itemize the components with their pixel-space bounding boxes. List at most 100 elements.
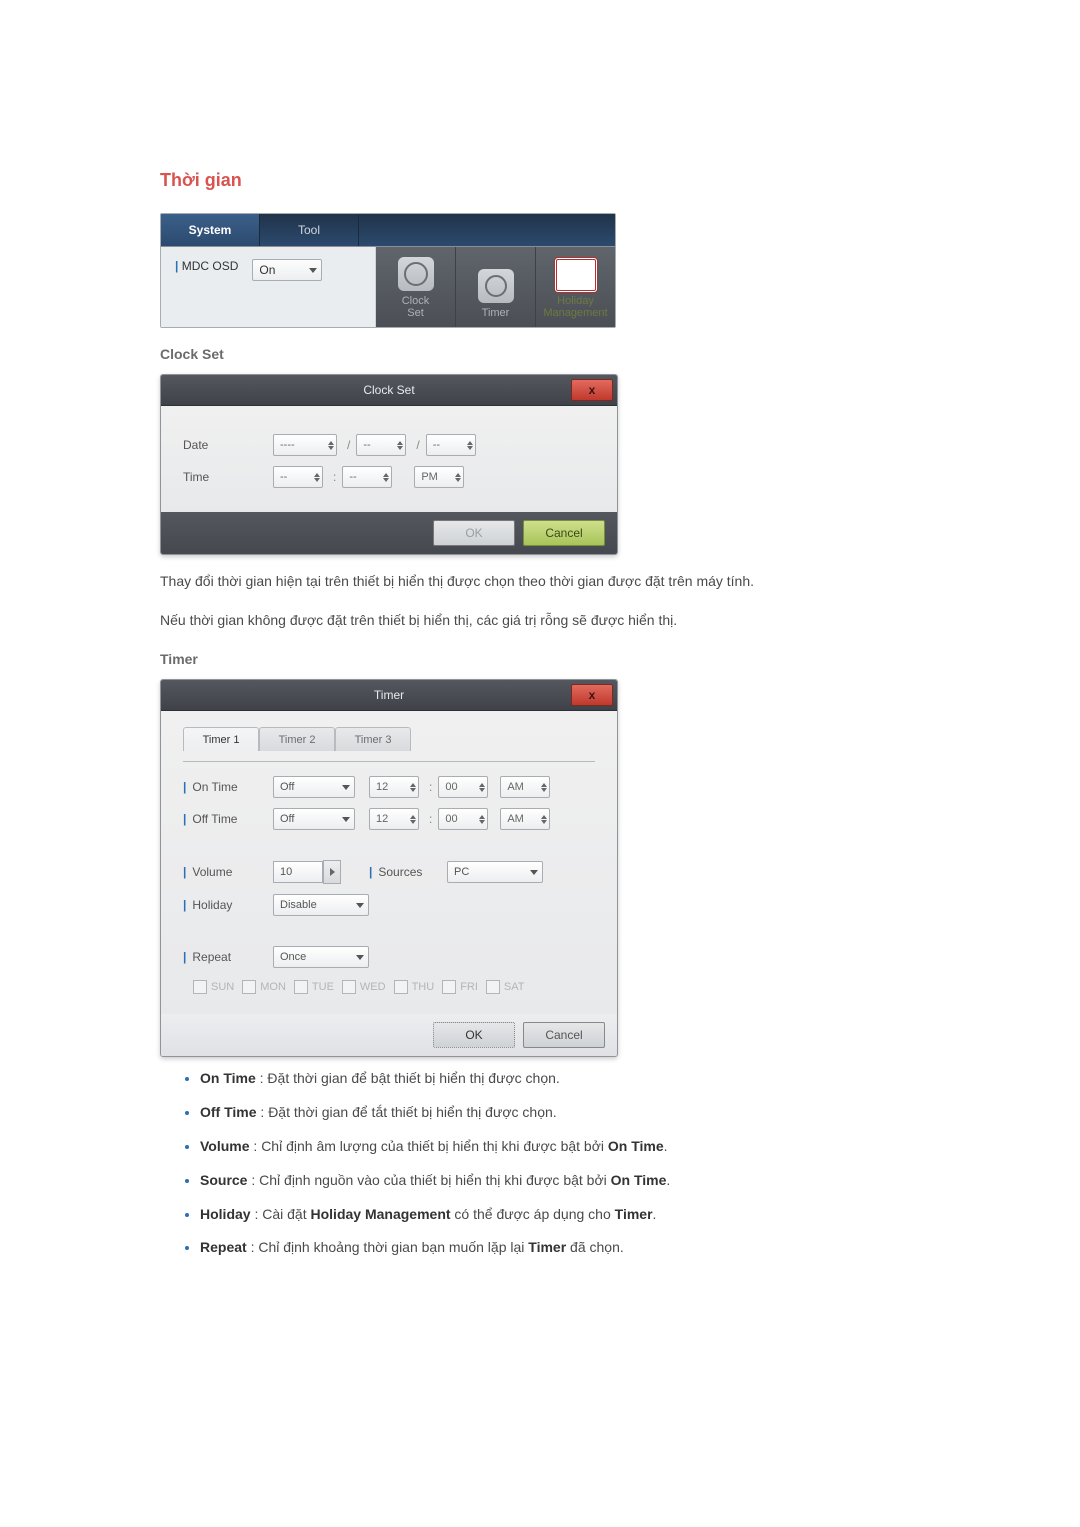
ok-button[interactable]: OK <box>433 1022 515 1048</box>
bold-term: Repeat <box>200 1239 247 1255</box>
off-time-state-select[interactable]: Off <box>273 808 355 830</box>
day-fri-label: FRI <box>460 981 478 993</box>
list-item: Holiday : Cài đặt Holiday Management có … <box>200 1203 920 1227</box>
clock-set-toolbar-button[interactable]: Clock Set <box>376 247 456 327</box>
date-row: Date ---- / -- / -- <box>183 434 595 456</box>
time-min-spinner[interactable]: -- <box>342 466 392 488</box>
chevron-down-icon <box>410 788 416 792</box>
chevron-up-icon <box>314 473 320 477</box>
chevron-up-icon <box>479 783 485 787</box>
day-fri[interactable]: FRI <box>442 980 478 994</box>
time-label: Time <box>183 470 273 484</box>
date-day-spinner[interactable]: -- <box>426 434 476 456</box>
repeat-select[interactable]: Once <box>273 946 369 968</box>
bold-term: Holiday <box>200 1206 251 1222</box>
date-year-value: ---- <box>280 439 295 451</box>
on-time-state-select[interactable]: Off <box>273 776 355 798</box>
timer-heading: Timer <box>160 651 920 667</box>
date-month-spinner[interactable]: -- <box>356 434 406 456</box>
volume-label: Volume <box>192 865 232 879</box>
off-time-state-value: Off <box>280 813 294 825</box>
list-text: . <box>664 1138 668 1154</box>
on-time-ampm-spinner[interactable]: AM <box>500 776 550 798</box>
caret-down-icon <box>342 817 350 822</box>
days-row: SUN MON TUE WED THU FRI SAT <box>193 980 595 994</box>
list-text: : Chỉ định khoảng thời gian bạn muốn lặp… <box>247 1239 529 1255</box>
chevron-down-icon <box>541 788 547 792</box>
tab-system[interactable]: System <box>161 214 260 246</box>
tab-tool[interactable]: Tool <box>260 214 359 246</box>
time-hour-spinner[interactable]: -- <box>273 466 323 488</box>
day-mon[interactable]: MON <box>242 980 286 994</box>
holiday-value: Disable <box>280 899 317 911</box>
toolbar-tabs: System Tool <box>161 214 615 247</box>
chevron-down-icon <box>455 478 461 482</box>
repeat-label: Repeat <box>192 950 231 964</box>
day-sun[interactable]: SUN <box>193 980 234 994</box>
system-toolbar-panel: System Tool | | MDC OSD On Clock Set Ti <box>160 213 616 328</box>
holiday-toolbar-button[interactable]: Holiday Management <box>536 247 615 327</box>
cancel-button[interactable]: Cancel <box>523 1022 605 1048</box>
timer-tab-3[interactable]: Timer 3 <box>335 727 411 751</box>
cancel-button[interactable]: Cancel <box>523 520 605 546</box>
clock-set-desc-2: Nếu thời gian không được đặt trên thiết … <box>160 608 920 633</box>
bold-term: Timer <box>615 1206 653 1222</box>
timer-toolbar-button[interactable]: Timer <box>456 247 536 327</box>
day-mon-label: MON <box>260 981 286 993</box>
list-item: Volume : Chỉ định âm lượng của thiết bị … <box>200 1135 920 1159</box>
day-wed[interactable]: WED <box>342 980 386 994</box>
list-text: . <box>653 1206 657 1222</box>
ok-button[interactable]: OK <box>433 520 515 546</box>
close-button[interactable]: x <box>571 684 613 706</box>
mdc-osd-select[interactable]: On <box>252 259 322 281</box>
holiday-label: Holiday <box>192 898 232 912</box>
chevron-down-icon <box>314 478 320 482</box>
clock-set-heading: Clock Set <box>160 346 920 362</box>
off-time-hour-spinner[interactable]: 12 <box>369 808 419 830</box>
checkbox-icon <box>242 980 256 994</box>
row-marker-icon: | <box>183 950 186 964</box>
chevron-down-icon <box>328 446 334 450</box>
checkbox-icon <box>193 980 207 994</box>
time-sep: : <box>429 812 432 826</box>
chevron-down-icon <box>397 446 403 450</box>
close-button[interactable]: x <box>571 379 613 401</box>
volume-value: 10 <box>280 866 292 878</box>
bold-term: Volume <box>200 1138 250 1154</box>
on-time-hour: 12 <box>376 781 388 793</box>
off-time-min-spinner[interactable]: 00 <box>438 808 488 830</box>
repeat-row: | Repeat Once <box>183 946 595 968</box>
row-marker-icon: | <box>369 865 372 879</box>
checkbox-icon <box>294 980 308 994</box>
day-thu[interactable]: THU <box>394 980 435 994</box>
sources-select[interactable]: PC <box>447 861 543 883</box>
caret-down-icon <box>530 870 538 875</box>
date-year-spinner[interactable]: ---- <box>273 434 337 456</box>
chevron-down-icon <box>410 820 416 824</box>
timer-tab-1[interactable]: Timer 1 <box>183 727 259 751</box>
row-marker-icon: | <box>183 898 186 912</box>
holiday-row: | Holiday Disable <box>183 894 595 916</box>
volume-stepper[interactable]: 10 <box>273 860 341 884</box>
close-icon: x <box>589 688 596 702</box>
day-sat-label: SAT <box>504 981 525 993</box>
timer-tab-2[interactable]: Timer 2 <box>259 727 335 751</box>
clock-set-dialog-title: Clock Set <box>363 383 414 397</box>
day-sat[interactable]: SAT <box>486 980 525 994</box>
checkbox-icon <box>342 980 356 994</box>
holiday-select[interactable]: Disable <box>273 894 369 916</box>
on-time-min-spinner[interactable]: 00 <box>438 776 488 798</box>
off-time-ampm-spinner[interactable]: AM <box>500 808 550 830</box>
day-tue-label: TUE <box>312 981 334 993</box>
bold-term: Holiday Management <box>311 1206 451 1222</box>
off-time-ampm: AM <box>507 813 524 825</box>
timer-dialog: Timer x Timer 1 Timer 2 Timer 3 |On Time… <box>160 679 618 1057</box>
off-time-hour: 12 <box>376 813 388 825</box>
on-time-hour-spinner[interactable]: 12 <box>369 776 419 798</box>
chevron-up-icon <box>467 441 473 445</box>
time-ampm-spinner[interactable]: PM <box>414 466 464 488</box>
on-time-state-value: Off <box>280 781 294 793</box>
chevron-up-icon <box>397 441 403 445</box>
day-tue[interactable]: TUE <box>294 980 334 994</box>
timer-footer: OK Cancel <box>161 1014 617 1056</box>
